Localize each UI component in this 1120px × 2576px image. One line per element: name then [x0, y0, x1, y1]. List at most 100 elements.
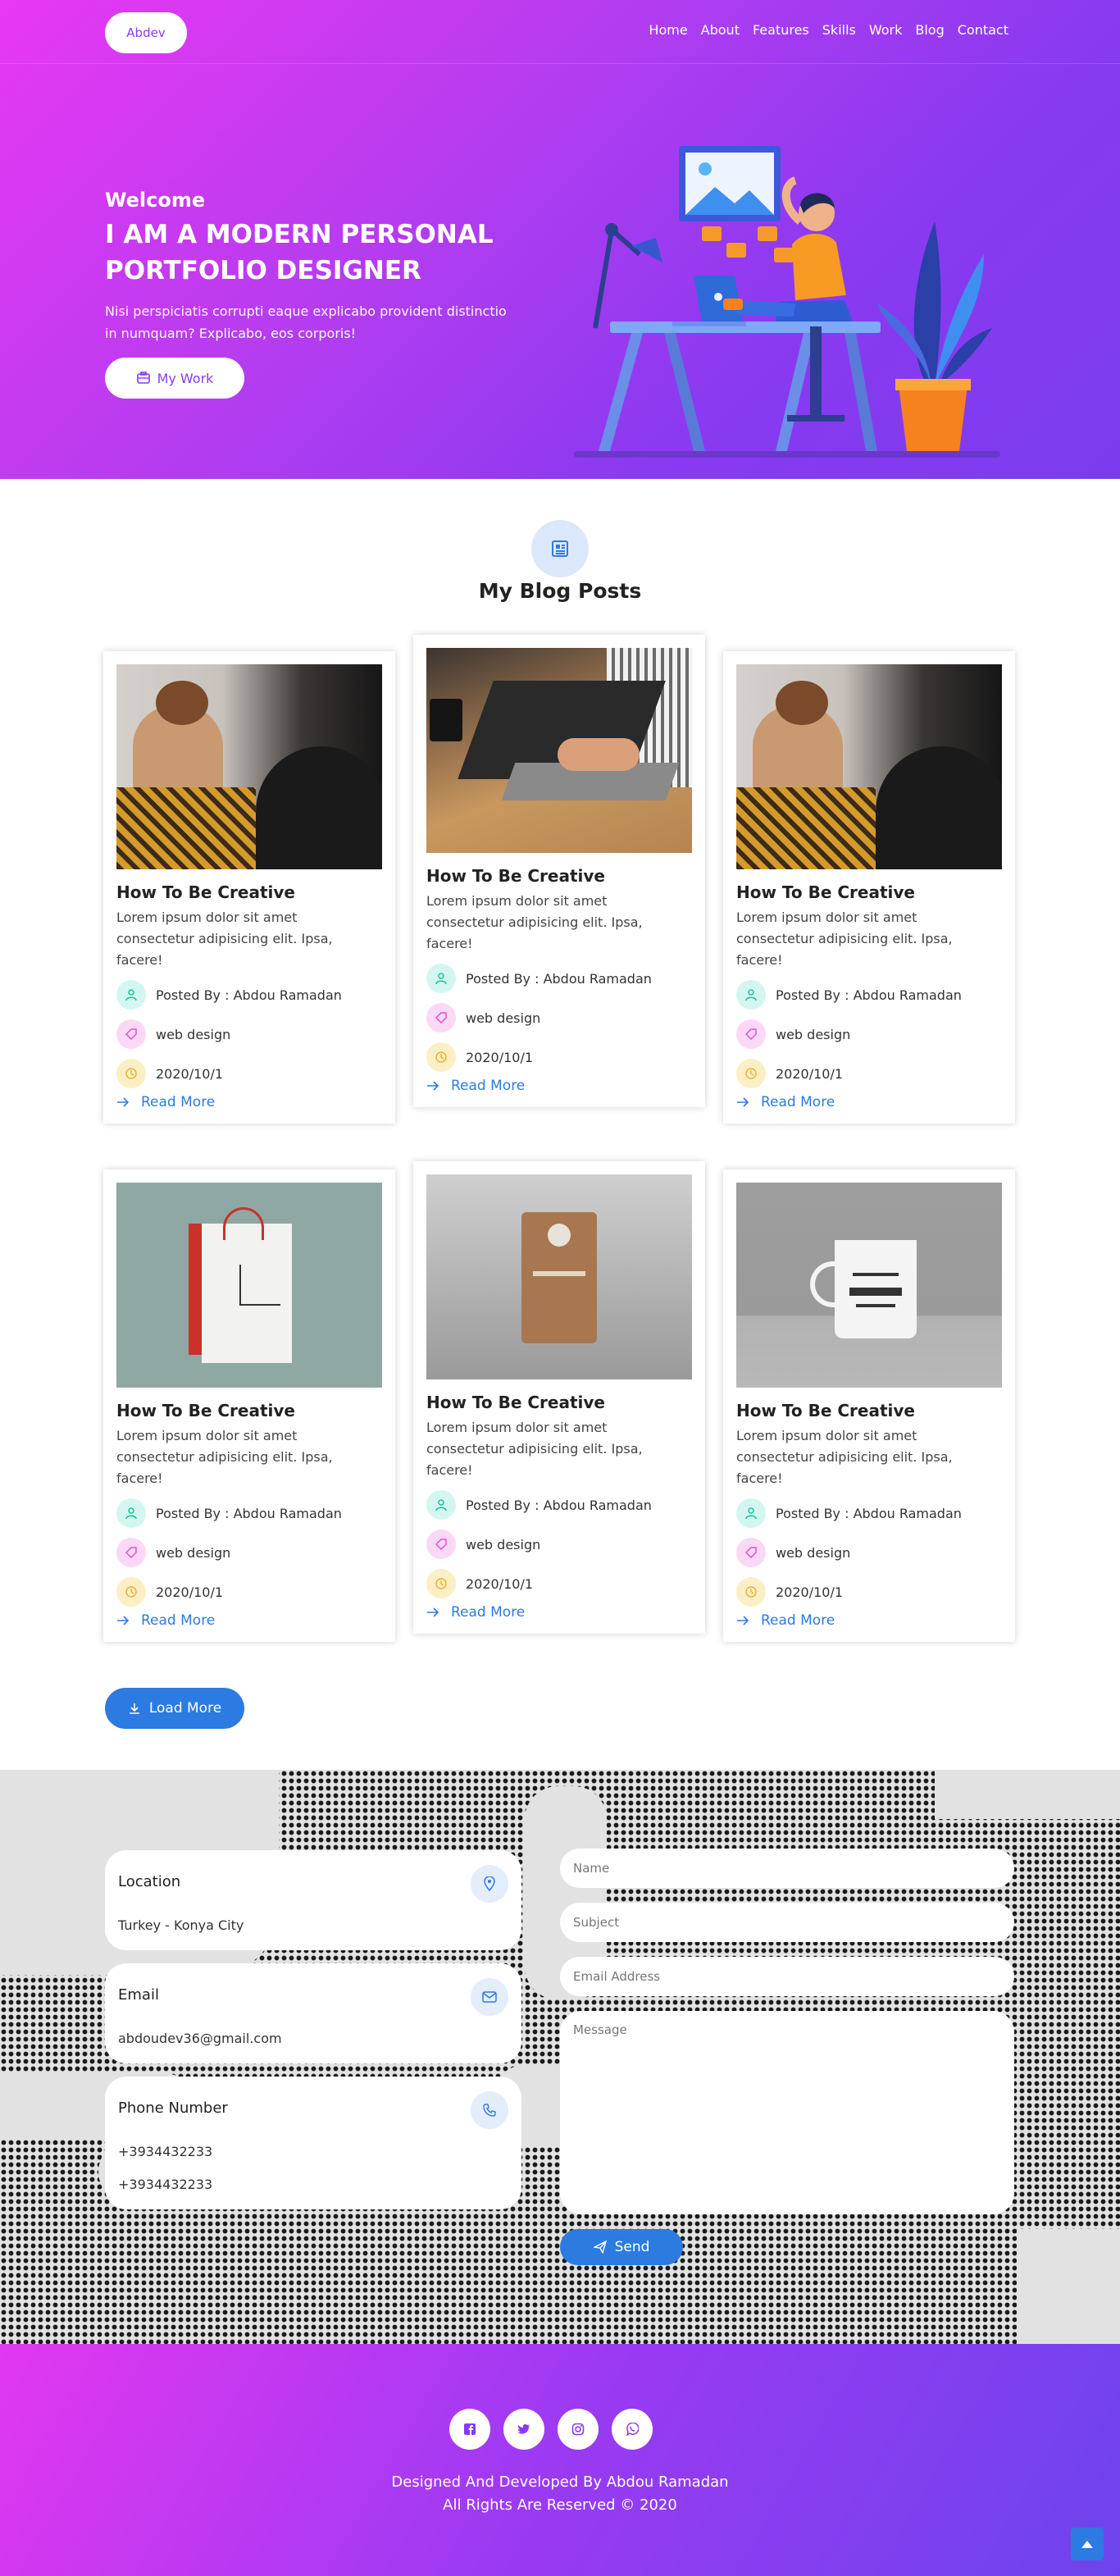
- subject-input[interactable]: Subject: [560, 1903, 1014, 1942]
- card-date-text: 2020/10/1: [156, 1065, 224, 1082]
- card-tag: web design: [426, 1529, 692, 1560]
- card-text-line: facere!: [426, 936, 473, 951]
- card-text: Lorem ipsum dolor sit amet consectetur a…: [736, 907, 1002, 971]
- card-tag-text[interactable]: web design: [776, 1027, 850, 1042]
- arrow-right-icon: [737, 1097, 749, 1107]
- user-icon: [736, 1498, 766, 1528]
- portfolio-icon: [136, 372, 150, 384]
- nav-link-features[interactable]: Features: [753, 22, 809, 38]
- download-icon: [129, 1703, 139, 1714]
- read-more-link[interactable]: Read More: [426, 1604, 692, 1621]
- clock-icon: [426, 1569, 456, 1598]
- scroll-to-top-button[interactable]: [1071, 2528, 1104, 2560]
- tag-icon: [736, 1538, 766, 1567]
- newspaper-icon: [552, 540, 568, 557]
- card-text-line: facere!: [736, 1470, 783, 1486]
- card-text-line: facere!: [736, 952, 783, 968]
- card-date-text: 2020/10/1: [776, 1584, 844, 1600]
- send-label: Send: [614, 2239, 650, 2255]
- hero-text: Welcome I AM A MODERN PERSONAL PORTFOLIO…: [105, 189, 564, 344]
- caret-up-icon: [1081, 2541, 1093, 2548]
- card-tag: web design: [736, 1537, 1002, 1568]
- blog-card: How To Be Creative Lorem ipsum dolor sit…: [723, 1169, 1015, 1642]
- hero-title-line1: I AM A MODERN PERSONAL: [105, 220, 494, 249]
- card-tag: web design: [116, 1019, 382, 1050]
- card-text-line: facere!: [426, 1462, 473, 1478]
- phone-value-2[interactable]: +3934432233: [118, 2177, 212, 2192]
- card-date: 2020/10/1: [116, 1576, 382, 1607]
- facebook-icon[interactable]: [449, 2409, 490, 2450]
- card-tag-text[interactable]: web design: [466, 1010, 540, 1026]
- message-textarea[interactable]: Message: [560, 2011, 1014, 2214]
- contact-section: Location Turkey - Konya City Email abdou…: [0, 1770, 1120, 2344]
- card-text-line: consectetur adipisicing elit. Ipsa,: [116, 931, 333, 946]
- card-text-line: facere!: [116, 1470, 163, 1486]
- instagram-icon[interactable]: [558, 2409, 599, 2450]
- email-value[interactable]: abdoudev36@gmail.com: [118, 2031, 282, 2046]
- card-date-text: 2020/10/1: [466, 1049, 534, 1065]
- nav-link-blog[interactable]: Blog: [915, 22, 944, 38]
- card-author-text: Posted By : Abdou Ramadan: [466, 1497, 652, 1513]
- hero-description: Nisi perspiciatis corrupti eaque explica…: [105, 300, 564, 344]
- card-title: How To Be Creative: [736, 1401, 915, 1420]
- tag-icon: [736, 1019, 766, 1049]
- read-more-label: Read More: [451, 1604, 526, 1621]
- hero-illustration: [574, 146, 1000, 458]
- card-date: 2020/10/1: [116, 1058, 382, 1089]
- logo-button[interactable]: Abdev: [105, 12, 187, 53]
- card-text-line: consectetur adipisicing elit. Ipsa,: [426, 1441, 643, 1457]
- clock-icon: [116, 1577, 146, 1607]
- phone-value-1[interactable]: +3934432233: [118, 2144, 212, 2159]
- card-date: 2020/10/1: [426, 1568, 692, 1599]
- nav-link-skills[interactable]: Skills: [822, 22, 856, 38]
- nav-link-work[interactable]: Work: [869, 22, 903, 38]
- user-icon: [116, 1498, 146, 1528]
- nav-link-home[interactable]: Home: [649, 22, 687, 38]
- blog-card: How To Be Creative Lorem ipsum dolor sit…: [103, 651, 395, 1124]
- arrow-right-icon: [427, 1081, 439, 1091]
- clock-icon: [426, 1042, 456, 1072]
- card-date-text: 2020/10/1: [156, 1584, 224, 1600]
- card-date-text: 2020/10/1: [776, 1065, 844, 1082]
- footer-credit: Designed And Developed By Abdou Ramadan: [391, 2473, 729, 2491]
- location-value: Turkey - Konya City: [118, 1917, 244, 1933]
- social-links: [449, 2409, 653, 2450]
- card-date: 2020/10/1: [736, 1058, 1002, 1089]
- card-text-line: consectetur adipisicing elit. Ipsa,: [116, 1449, 333, 1465]
- load-more-button[interactable]: Load More: [105, 1688, 244, 1729]
- my-work-label: My Work: [157, 370, 214, 386]
- read-more-link[interactable]: Read More: [736, 1612, 1002, 1629]
- blog-heading-icon: [531, 520, 589, 577]
- card-image-laptop: [426, 648, 692, 853]
- send-button[interactable]: Send: [560, 2229, 683, 2265]
- card-author: Posted By : Abdou Ramadan: [116, 979, 382, 1010]
- card-tag-text[interactable]: web design: [156, 1545, 230, 1561]
- card-tag: web design: [116, 1537, 382, 1568]
- location-label: Location: [118, 1873, 181, 1890]
- read-more-link[interactable]: Read More: [116, 1612, 382, 1629]
- read-more-link[interactable]: Read More: [426, 1078, 692, 1094]
- read-more-label: Read More: [451, 1078, 526, 1094]
- blog-heading: My Blog Posts: [478, 579, 642, 603]
- card-text-line: Lorem ipsum dolor sit amet: [736, 910, 917, 925]
- card-text: Lorem ipsum dolor sit amet consectetur a…: [116, 907, 382, 971]
- read-more-link[interactable]: Read More: [736, 1094, 1002, 1110]
- card-tag-text[interactable]: web design: [466, 1537, 540, 1552]
- read-more-link[interactable]: Read More: [116, 1094, 382, 1110]
- map-pin-icon: [471, 1865, 508, 1903]
- whatsapp-icon[interactable]: [612, 2409, 653, 2450]
- nav-link-contact[interactable]: Contact: [958, 22, 1008, 38]
- card-image-woman: [116, 664, 382, 869]
- twitter-icon[interactable]: [503, 2409, 544, 2450]
- card-tag-text[interactable]: web design: [156, 1027, 230, 1042]
- my-work-button[interactable]: My Work: [105, 358, 244, 399]
- email-address-input[interactable]: Email Address: [560, 1957, 1014, 1996]
- card-author: Posted By : Abdou Ramadan: [736, 979, 1002, 1010]
- hero-desc-line1: Nisi perspiciatis corrupti eaque explica…: [105, 303, 507, 319]
- read-more-label: Read More: [141, 1094, 216, 1110]
- tag-icon: [116, 1019, 146, 1049]
- card-tag-text[interactable]: web design: [776, 1545, 850, 1561]
- name-input[interactable]: Name: [560, 1849, 1014, 1888]
- card-author: Posted By : Abdou Ramadan: [736, 1498, 1002, 1529]
- nav-link-about[interactable]: About: [701, 22, 740, 38]
